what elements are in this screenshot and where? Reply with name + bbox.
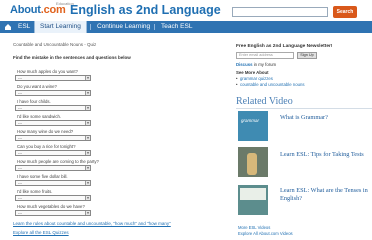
dropdown-arrow-icon: ▾ bbox=[85, 91, 90, 95]
home-icon[interactable] bbox=[4, 23, 12, 31]
answer-select-10[interactable]: --- ▾ bbox=[15, 210, 91, 216]
nav-separator bbox=[90, 24, 91, 30]
main-nav: ESL Start Learning Continue Learning Tea… bbox=[0, 21, 372, 33]
search-button[interactable]: Search bbox=[333, 6, 357, 18]
thumbnail-figure bbox=[247, 153, 257, 175]
nav-esl[interactable]: ESL bbox=[13, 21, 35, 33]
logo-main: About bbox=[10, 4, 41, 16]
question-1: How much apples do you want? bbox=[17, 69, 78, 74]
explore-quizzes-link[interactable]: Explore all the ESL Quizzes bbox=[13, 230, 69, 235]
explore-videos-link[interactable]: Explore All About.com Videos bbox=[238, 231, 293, 236]
answer-select-5[interactable]: --- ▾ bbox=[15, 135, 91, 141]
select-value: --- bbox=[18, 195, 22, 200]
discuss-link[interactable]: Discuss bbox=[236, 62, 252, 67]
rules-link[interactable]: Learn the rules about countable and unco… bbox=[13, 221, 171, 226]
site-title[interactable]: English as 2nd Language bbox=[70, 3, 221, 17]
select-value: --- bbox=[18, 90, 22, 95]
dropdown-arrow-icon: ▾ bbox=[85, 166, 90, 170]
answer-select-8[interactable]: --- ▾ bbox=[15, 180, 91, 186]
question-3: I have four childs. bbox=[17, 99, 51, 104]
question-9: I'd like some fruits. bbox=[17, 189, 53, 194]
dropdown-arrow-icon: ▾ bbox=[85, 76, 90, 80]
nav-continue-learning[interactable]: Continue Learning bbox=[92, 21, 155, 33]
answer-select-2[interactable]: --- ▾ bbox=[15, 90, 91, 96]
answer-select-6[interactable]: --- ▾ bbox=[15, 150, 91, 156]
answer-select-9[interactable]: --- ▾ bbox=[15, 195, 91, 201]
video-thumbnail-tests[interactable] bbox=[238, 147, 268, 177]
dropdown-arrow-icon: ▾ bbox=[85, 181, 90, 185]
question-2: Do you want a wine? bbox=[17, 84, 57, 89]
nav-teach-esl[interactable]: Teach ESL bbox=[156, 21, 197, 33]
quiz-instructions: Find the mistake in the sentences and qu… bbox=[13, 55, 131, 60]
nav-separator bbox=[154, 24, 155, 30]
answer-select-4[interactable]: --- ▾ bbox=[15, 120, 91, 126]
search-input[interactable] bbox=[232, 7, 328, 17]
see-more-title: See More About bbox=[236, 70, 269, 75]
discuss-suffix: in my forum bbox=[253, 62, 277, 67]
answer-select-3[interactable]: --- ▾ bbox=[15, 105, 91, 111]
see-more-link-grammar-quizzes[interactable]: grammar quizzes bbox=[236, 76, 273, 81]
select-value: --- bbox=[18, 150, 22, 155]
main-content: Countable and Uncountable Nouns - Quiz F… bbox=[0, 33, 228, 240]
question-4: I'd like some sandwich. bbox=[17, 114, 62, 119]
site-header: About.com Education English as 2nd Langu… bbox=[0, 0, 372, 21]
email-field[interactable]: Enter email address bbox=[236, 52, 294, 59]
select-value: --- bbox=[18, 180, 22, 185]
dropdown-arrow-icon: ▾ bbox=[85, 136, 90, 140]
right-sidebar: Free English as 2nd Language Newsletter!… bbox=[236, 33, 372, 240]
select-value: --- bbox=[18, 165, 22, 170]
discuss-line: Discuss in my forum bbox=[236, 62, 276, 67]
video-thumbnail-grammar[interactable]: grammar bbox=[238, 111, 268, 141]
dropdown-arrow-icon: ▾ bbox=[85, 121, 90, 125]
divider bbox=[236, 108, 372, 109]
answer-select-7[interactable]: --- ▾ bbox=[15, 165, 91, 171]
select-value: --- bbox=[18, 210, 22, 215]
dropdown-arrow-icon: ▾ bbox=[85, 151, 90, 155]
question-8: I have some five dollar bill. bbox=[17, 174, 68, 179]
question-5: How many wine do we need? bbox=[17, 129, 74, 134]
video-link-tips-tests[interactable]: Learn ESL: Tips for Taking Tests bbox=[280, 151, 370, 159]
select-value: --- bbox=[18, 75, 22, 80]
quiz-title: Countable and Uncountable Nouns - Quiz bbox=[13, 42, 97, 47]
thumbnail-text: grammar bbox=[241, 118, 260, 123]
newsletter-title: Free English as 2nd Language Newsletter! bbox=[236, 44, 333, 49]
dropdown-arrow-icon: ▾ bbox=[85, 106, 90, 110]
nav-start-learning[interactable]: Start Learning bbox=[34, 21, 87, 33]
video-link-tenses[interactable]: Learn ESL: What are the Tenses in Englis… bbox=[280, 187, 370, 202]
question-6: Can you buy a rice for tonight? bbox=[17, 144, 76, 149]
select-value: --- bbox=[18, 105, 22, 110]
question-7: How much people are coming to the party? bbox=[17, 159, 99, 164]
video-link-what-is-grammar[interactable]: What is Grammar? bbox=[280, 114, 370, 122]
answer-select-1[interactable]: --- ▾ bbox=[15, 75, 91, 81]
video-thumbnail-tenses[interactable] bbox=[238, 185, 268, 215]
see-more-link-countable-nouns[interactable]: countable and uncountable nouns bbox=[236, 82, 304, 87]
select-value: --- bbox=[18, 135, 22, 140]
select-value: --- bbox=[18, 120, 22, 125]
related-video-title: Related Video bbox=[236, 96, 293, 107]
dropdown-arrow-icon: ▾ bbox=[85, 211, 90, 215]
signup-button[interactable]: Sign Up bbox=[297, 52, 317, 59]
more-videos-link[interactable]: More ESL Videos bbox=[238, 225, 270, 230]
thumbnail-board bbox=[240, 188, 266, 200]
dropdown-arrow-icon: ▾ bbox=[85, 196, 90, 200]
question-10: How much vegetables do we have? bbox=[17, 204, 85, 209]
